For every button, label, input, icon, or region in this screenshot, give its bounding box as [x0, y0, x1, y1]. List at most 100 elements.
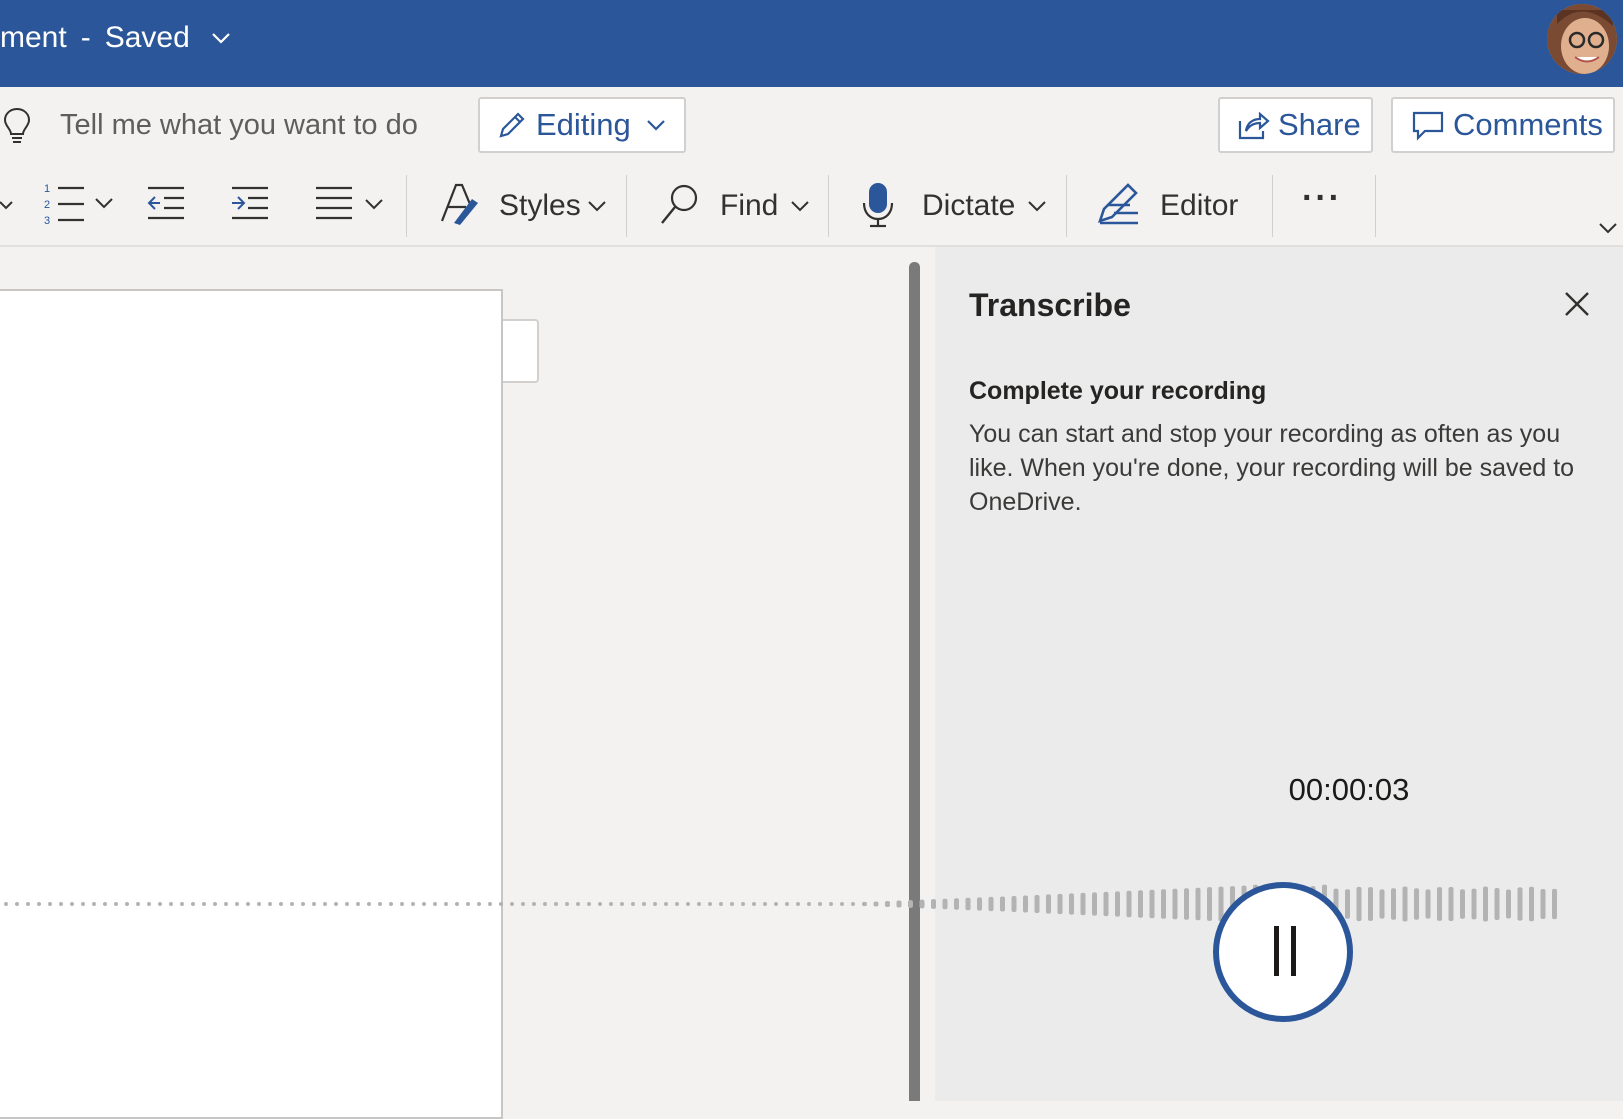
- waveform-bar: [433, 902, 437, 906]
- waveform-bar: [147, 902, 151, 906]
- waveform-bar: [1080, 892, 1086, 916]
- decrease-indent-button[interactable]: [144, 183, 188, 227]
- waveform-bar: [180, 902, 184, 906]
- waveform-bar: [1046, 894, 1051, 914]
- recording-timer: 00:00:03: [1288, 772, 1410, 807]
- waveform-bar: [829, 902, 833, 906]
- share-button[interactable]: Share: [1218, 97, 1373, 153]
- pause-recording-button[interactable]: [1213, 882, 1353, 1022]
- align-button[interactable]: [314, 183, 390, 227]
- waveform-bar: [301, 902, 305, 906]
- waveform-bar: [1115, 891, 1120, 917]
- waveform-bar: [807, 902, 811, 906]
- waveform-bar: [543, 902, 547, 906]
- waveform-bar: [1069, 893, 1074, 915]
- dictate-label[interactable]: Dictate: [922, 189, 1015, 223]
- close-icon[interactable]: [1562, 289, 1592, 319]
- waveform-bar: [988, 896, 994, 912]
- waveform-bar: [1034, 894, 1040, 914]
- lightbulb-icon[interactable]: [2, 105, 32, 145]
- waveform-bar: [620, 902, 624, 906]
- waveform-bar: [587, 902, 591, 906]
- waveform-bar: [642, 902, 646, 906]
- waveform-bar: [752, 902, 756, 906]
- chevron-down-icon[interactable]: [210, 27, 232, 49]
- numbered-list-icon: 1 2 3: [44, 183, 113, 227]
- waveform-bar: [840, 902, 844, 906]
- waveform-bar: [103, 902, 107, 906]
- recording-description: You can start and stop your recording as…: [969, 420, 1575, 516]
- waveform-bar: [257, 902, 261, 906]
- waveform-bar: [774, 902, 778, 906]
- waveform-bar: [908, 900, 913, 908]
- waveform-bar: [1414, 888, 1419, 920]
- chevron-down-icon[interactable]: [1026, 195, 1048, 217]
- waveform-bar: [378, 902, 382, 906]
- align-icon: [316, 186, 383, 220]
- search-icon[interactable]: [658, 183, 700, 227]
- increase-indent-button[interactable]: [228, 183, 272, 227]
- avatar[interactable]: [1547, 4, 1617, 74]
- document-title[interactable]: ment - Saved: [0, 18, 190, 58]
- audio-waveform: [4, 884, 1557, 924]
- chevron-down-icon[interactable]: [586, 195, 608, 217]
- ribbon-divider: [626, 175, 627, 237]
- waveform-bar: [942, 898, 948, 910]
- waveform-bar: [1540, 889, 1546, 919]
- tell-me-search[interactable]: Tell me what you want to do: [60, 109, 418, 142]
- document-page[interactable]: [0, 289, 503, 1119]
- comment-icon: [1412, 111, 1444, 141]
- find-label[interactable]: Find: [720, 189, 778, 223]
- waveform-bar: [510, 902, 514, 906]
- waveform-bar: [70, 902, 74, 906]
- waveform-bar: [345, 902, 349, 906]
- waveform-bar: [1057, 893, 1063, 915]
- waveform-bar: [1207, 887, 1212, 921]
- waveform-bar: [400, 902, 404, 906]
- numbering-button[interactable]: 1 2 3: [42, 179, 120, 229]
- waveform-bar: [235, 902, 239, 906]
- waveform-bar: [1103, 891, 1109, 917]
- waveform-bar: [1517, 887, 1523, 921]
- waveform-bar: [598, 902, 602, 906]
- waveform-bar: [477, 902, 481, 906]
- share-icon: [1238, 111, 1270, 140]
- more-options-button[interactable]: ···: [1302, 179, 1342, 218]
- waveform-bar: [202, 902, 206, 906]
- waveform-bar: [1092, 892, 1097, 916]
- styles-label[interactable]: Styles: [499, 189, 581, 223]
- waveform-bar: [785, 902, 789, 906]
- waveform-bar: [609, 902, 613, 906]
- waveform-bar: [664, 902, 668, 906]
- waveform-bar: [1138, 890, 1143, 918]
- waveform-bar: [719, 902, 723, 906]
- waveform-bar: [1172, 888, 1178, 920]
- pane-title: Transcribe: [969, 287, 1131, 323]
- chevron-down-icon[interactable]: [789, 195, 811, 217]
- pane-splitter[interactable]: [909, 262, 920, 1101]
- page-side-tab[interactable]: [503, 319, 539, 383]
- chevron-down-icon[interactable]: [0, 195, 16, 217]
- document-name: ment: [0, 21, 67, 54]
- editing-mode-button[interactable]: Editing: [478, 97, 686, 153]
- expand-ribbon-chevron-icon[interactable]: [1597, 217, 1619, 239]
- waveform-bar: [653, 902, 657, 906]
- waveform-bar: [1437, 887, 1442, 921]
- waveform-bar: [1195, 887, 1201, 921]
- save-status: Saved: [104, 21, 190, 54]
- styles-icon[interactable]: [438, 181, 480, 227]
- waveform-bar: [499, 902, 503, 906]
- waveform-bar: [896, 900, 902, 908]
- waveform-bar: [565, 902, 569, 906]
- editor-label[interactable]: Editor: [1160, 189, 1238, 223]
- microphone-icon[interactable]: [860, 181, 896, 229]
- title-bar: ment - Saved: [0, 0, 1623, 87]
- waveform-bar: [1402, 886, 1408, 922]
- chevron-down-icon: [647, 120, 665, 131]
- comments-button[interactable]: Comments: [1391, 97, 1615, 153]
- waveform-bar: [312, 902, 316, 906]
- waveform-bar: [851, 902, 855, 906]
- waveform-bar: [1379, 889, 1385, 919]
- editor-pen-icon[interactable]: [1094, 181, 1142, 227]
- waveform-bar: [125, 902, 129, 906]
